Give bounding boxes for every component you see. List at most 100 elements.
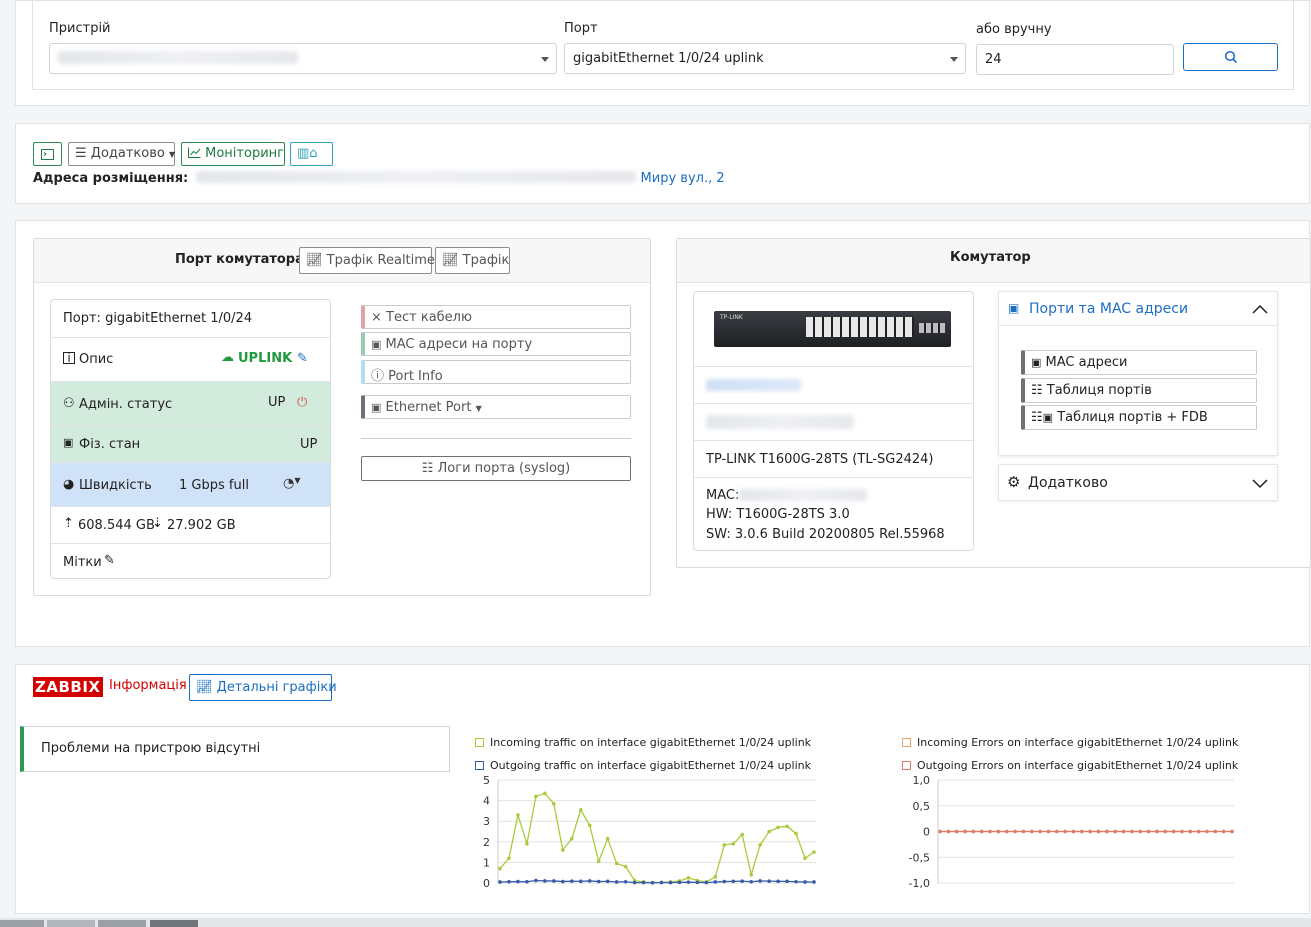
device-select[interactable] [49, 43, 557, 74]
series-0-point [722, 843, 727, 847]
ports-table-button[interactable]: ☷ Таблиця портів [1021, 378, 1257, 403]
series-1-point [1105, 829, 1109, 834]
list-icon: ☷ [421, 461, 434, 476]
mac-addresses-button[interactable]: ▣ MAC адреси [1021, 350, 1257, 375]
extra-title: Додатково [1028, 475, 1108, 491]
series-0-point [569, 836, 574, 841]
map-button[interactable]: ▥⌂ [290, 142, 333, 166]
series-1-point [1155, 829, 1159, 834]
search-button[interactable] [1183, 43, 1278, 71]
ports-mac-header[interactable]: ▣ Порти та MAC адреси [999, 292, 1277, 326]
edit-description-icon[interactable]: ✎ [297, 351, 308, 366]
series-0-point [534, 794, 538, 799]
ethernet-icon: ▣ [371, 338, 382, 351]
series-1-point [1046, 829, 1051, 834]
cable-test-label: Тест кабелю [386, 310, 472, 325]
port-card-title: Порт комутатора [175, 252, 304, 267]
chart1-legend-incoming-label: Incoming traffic on interface gigabitEth… [490, 736, 812, 749]
series-1-point [938, 829, 942, 834]
admin-status-row: ⚇ Адмін. статус UP ⏻ [51, 381, 330, 425]
errors-chart: 1,0 0,5 0 -0,5 -1,0 [886, 773, 1236, 890]
traffic-realtime-button[interactable]: 📈︎ Трафік Realtime [299, 247, 435, 274]
zabbix-panel: ZABBIX Інформація 📈︎ Детальні графіки Пр… [15, 664, 1310, 914]
cable-test-button[interactable]: ⨯ Тест кабелю [361, 305, 631, 329]
terminal-icon [41, 149, 54, 160]
speed-dropdown[interactable]: ◔ ▼ [283, 476, 301, 491]
upload-value: 608.544 GB [78, 518, 155, 533]
actions-divider [361, 438, 631, 439]
legend-square-icon [475, 738, 484, 747]
manual-port-input[interactable]: 24 [976, 44, 1174, 75]
port-logs-button[interactable]: ☷ Логи порта (syslog) [361, 456, 631, 481]
address-redacted [196, 171, 637, 183]
y-tick-label: 0,5 [913, 800, 931, 813]
description-label: Опис [79, 352, 114, 367]
series-1-point [713, 880, 718, 884]
y-tick-label: 1,0 [913, 774, 931, 787]
switch-name-redacted [706, 415, 854, 429]
switch-image: TP-LINK [714, 311, 951, 351]
series-1-point [695, 880, 700, 885]
taskbar-item[interactable] [150, 920, 198, 927]
port-logs-label: Логи порта (syslog) [437, 461, 571, 476]
chart-1-svg: 1,0 0,5 0 -0,5 -1,0 [909, 774, 1234, 890]
chart2-legend-outgoing-label: Outgoing Errors on interface gigabitEthe… [917, 759, 1239, 772]
user-cog-icon: ⚇ [63, 396, 75, 411]
legend-square-icon [902, 761, 911, 770]
detailed-graphs-button[interactable]: 📈︎ Детальні графіки [189, 674, 337, 701]
series-1-point [776, 879, 780, 884]
y-tick-label: -1,0 [909, 877, 930, 890]
series-0-point [543, 791, 547, 796]
port-info-label: Port Info [388, 369, 443, 384]
taskbar-item[interactable] [47, 920, 95, 927]
y-tick-label: 2 [483, 836, 490, 849]
series-0-point [507, 856, 511, 861]
ethernet-port-dropdown[interactable]: ▣ Ethernet Port ▼ [361, 395, 631, 419]
traffic-button[interactable]: 📈︎ Трафік [435, 247, 510, 274]
ports-table-fdb-label: Таблиця портів + FDB [1057, 410, 1208, 425]
ports-mac-title: Порти та MAC адреси [1029, 301, 1189, 317]
series-1-point [946, 829, 951, 834]
series-1-line [499, 879, 814, 884]
switch-ip-redacted[interactable] [706, 379, 801, 391]
series-1-point [1121, 829, 1126, 834]
port-card: Порт комутатора 📈︎ Трафік Realtime 📈︎ Тр… [33, 238, 651, 596]
series-1-point [1188, 829, 1193, 834]
ports-table-fdb-button[interactable]: ☷▣ Таблиця портів + FDB [1021, 405, 1257, 430]
port-row: Порт: gigabitEthernet 1/0/24 [51, 300, 330, 337]
physical-state-row: ▣ Фіз. стан UP [51, 425, 330, 462]
port-select[interactable]: gigabitEthernet 1/0/24 uplink [564, 43, 966, 74]
taskbar-item[interactable] [98, 920, 146, 927]
detailed-graphs-label: Детальні графіки [216, 680, 337, 695]
admin-status-value: UP [268, 395, 286, 410]
series-1-point [731, 879, 736, 884]
tags-label: Мітки [63, 555, 102, 570]
address-link[interactable]: Миру вул., 2 [641, 171, 725, 186]
series-0-point [623, 864, 628, 869]
series-1-point [552, 879, 556, 883]
description-row: i Опис ☁ UPLINK ✎ [51, 337, 330, 381]
ethernet-icon: ▣ [371, 401, 382, 414]
extra-dropdown-button[interactable]: ☰ Додатково ▼ [68, 142, 175, 166]
chart1-legend-incoming: Incoming traffic on interface gigabitEth… [475, 736, 811, 749]
switch-info-card: TP-LINK TP-LINK T1600G-28TS (TL-SG2424) … [693, 291, 974, 551]
series-1-point [623, 879, 628, 884]
chevron-up-icon [1252, 304, 1268, 314]
taskbar-item[interactable] [0, 920, 44, 927]
monitoring-button[interactable]: Моніторинг [181, 142, 285, 166]
mac-on-port-button[interactable]: ▣ MAC адреси на порту [361, 332, 631, 356]
series-1-point [1080, 829, 1084, 834]
switch-name-row [694, 403, 973, 440]
y-tick-label: 0 [483, 877, 490, 890]
series-1-point [569, 879, 574, 883]
edit-tags-icon[interactable]: ✎ [104, 553, 115, 568]
power-icon[interactable]: ⏻ [297, 395, 307, 410]
series-0-point [686, 876, 691, 880]
extra-accordion[interactable]: ⚙ Додатково [998, 464, 1278, 501]
terminal-button[interactable] [33, 142, 62, 166]
port-info-button[interactable]: ⓘ Port Info [361, 360, 631, 384]
series-1-point [812, 880, 816, 884]
speed-row: ◕ Швидкість 1 Gbps full ◔ ▼ [51, 462, 330, 506]
y-tick-label: 0 [923, 826, 930, 839]
home-icon: ⌂ [309, 146, 318, 161]
